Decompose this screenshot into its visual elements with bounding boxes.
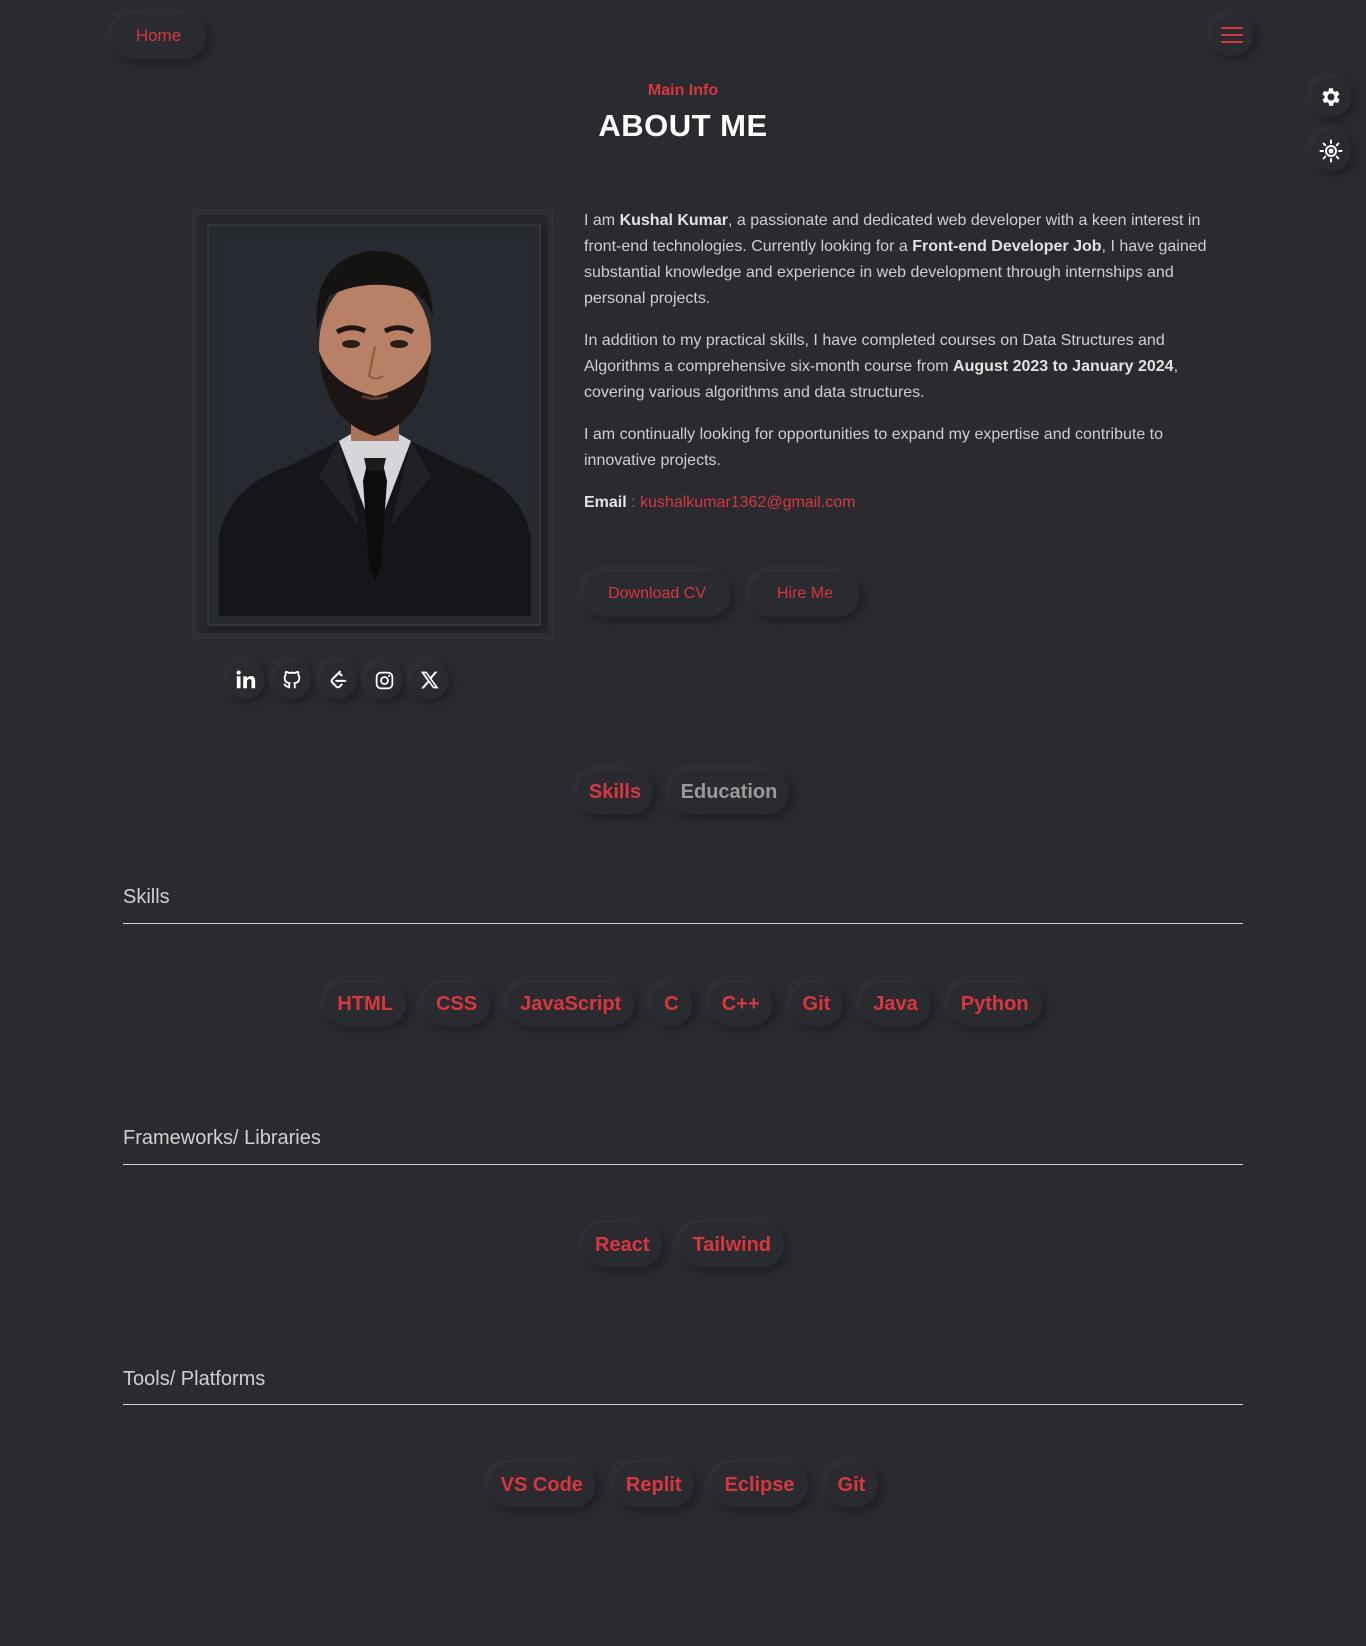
github-icon	[283, 670, 301, 689]
linkedin-icon	[236, 670, 256, 689]
about-paragraph-2: In addition to my practical skills, I ha…	[584, 332, 1179, 401]
leetcode-icon	[330, 670, 347, 689]
page-title: ABOUT ME	[598, 108, 768, 143]
skills-list: HTML CSS JavaScript C C++ Git Java Pytho…	[0, 982, 1366, 1026]
tool-chip: Git	[824, 1463, 879, 1507]
tools-heading: Tools/ Platforms	[123, 1368, 266, 1390]
download-cv-button[interactable]: Download CV	[583, 571, 731, 617]
framework-chip: React	[582, 1223, 663, 1267]
email-line: Email : kushalkumar1362@gmail.com	[584, 494, 856, 511]
leetcode-link[interactable]	[319, 661, 357, 699]
about-text: I am Kushal Kumar, a passionate and dedi…	[584, 208, 1214, 532]
instagram-link[interactable]	[365, 661, 403, 699]
x-twitter-icon	[420, 671, 439, 689]
tool-chip: VS Code	[487, 1463, 596, 1507]
home-button[interactable]: Home	[111, 13, 206, 59]
x-twitter-link[interactable]	[411, 661, 449, 699]
frameworks-heading: Frameworks/ Libraries	[123, 1127, 321, 1149]
skill-chip: HTML	[324, 982, 406, 1026]
github-link[interactable]	[273, 661, 311, 699]
skill-chip: JavaScript	[507, 982, 635, 1026]
skill-chip: Python	[947, 982, 1042, 1026]
framework-chip: Tailwind	[679, 1223, 784, 1267]
tool-chip: Replit	[612, 1463, 695, 1507]
frameworks-list: React Tailwind	[0, 1223, 1366, 1267]
skill-chip: C	[651, 982, 692, 1026]
instagram-icon	[375, 671, 393, 689]
portrait-illustration	[219, 236, 531, 616]
tools-divider	[123, 1404, 1243, 1405]
frameworks-divider	[123, 1164, 1243, 1165]
skill-chip: C++	[708, 982, 773, 1026]
profile-photo	[207, 224, 541, 626]
linkedin-link[interactable]	[227, 661, 265, 699]
profile-photo-frame	[192, 209, 554, 639]
tab-education[interactable]: Education	[669, 770, 789, 815]
about-paragraph-1: I am Kushal Kumar, a passionate and dedi…	[584, 212, 1207, 307]
skill-chip: CSS	[422, 982, 491, 1026]
tools-list: VS Code Replit Eclipse Git	[0, 1463, 1366, 1507]
hire-me-button[interactable]: Hire Me	[750, 571, 860, 617]
skill-chip: Java	[860, 982, 931, 1026]
social-links	[227, 661, 449, 699]
email-label: Email	[584, 494, 627, 511]
about-paragraph-3: I am continually looking for opportuniti…	[584, 426, 1163, 469]
skills-heading: Skills	[123, 886, 170, 908]
hamburger-icon	[1221, 27, 1243, 43]
menu-button[interactable]	[1211, 14, 1253, 56]
email-link[interactable]: kushalkumar1362@gmail.com	[640, 494, 855, 511]
skill-chip: Git	[789, 982, 844, 1026]
tool-chip: Eclipse	[711, 1463, 808, 1507]
skills-divider	[123, 923, 1243, 924]
tab-skills[interactable]: Skills	[577, 770, 653, 815]
section-eyebrow: Main Info	[647, 82, 719, 99]
